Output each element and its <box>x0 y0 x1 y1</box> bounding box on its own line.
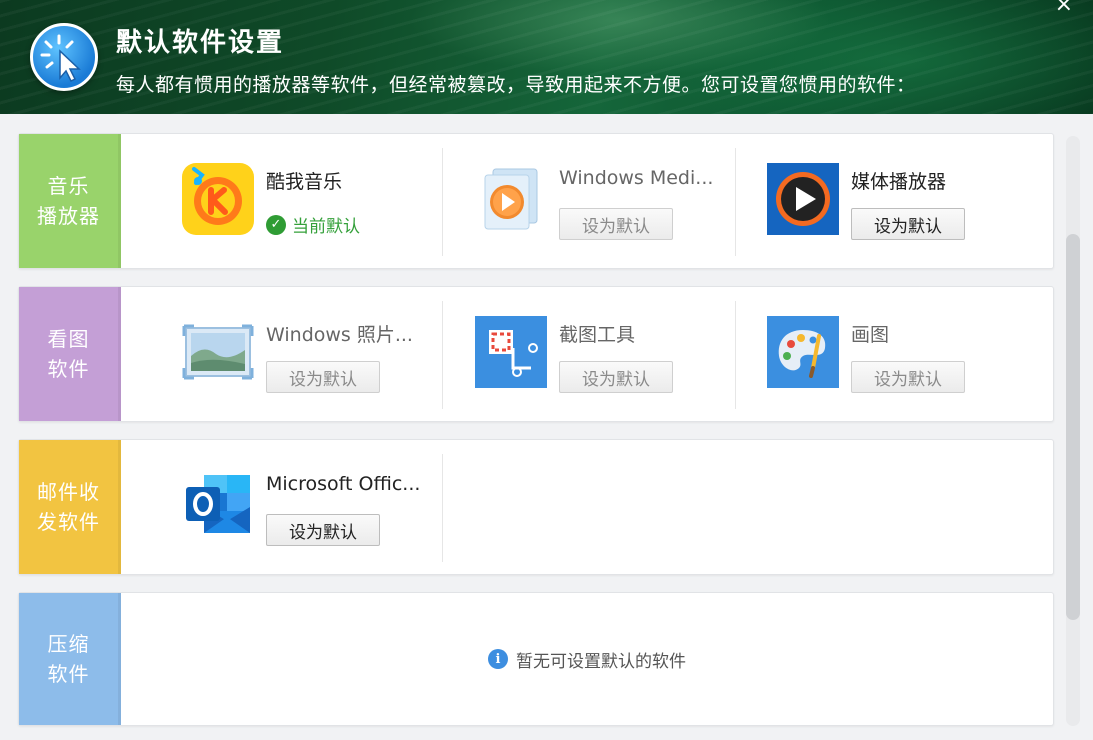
category-label-image-viewer: 看图 软件 <box>19 287 121 421</box>
set-default-button[interactable]: 设为默认 <box>851 361 965 393</box>
app-name: 媒体播放器 <box>851 171 947 193</box>
app-item-windows-photos[interactable]: Windows 照片... 设为默认 <box>182 287 474 421</box>
category-label-mail: 邮件收 发软件 <box>19 440 121 574</box>
divider <box>442 454 443 562</box>
app-item-media-player[interactable]: 媒体播放器 设为默认 <box>767 134 1059 268</box>
app-name: 酷我音乐 <box>266 171 343 193</box>
check-circle-icon: ✓ <box>266 214 286 235</box>
scrollbar-thumb[interactable] <box>1066 234 1080 620</box>
divider <box>735 301 736 409</box>
app-item-kuwo[interactable]: 酷我音乐 ✓ 当前默认 <box>182 134 474 268</box>
windows-photos-icon <box>182 316 254 388</box>
close-icon[interactable]: × <box>1055 0 1073 16</box>
set-default-button[interactable]: 设为默认 <box>266 514 380 546</box>
category-panel-mail: 邮件收 发软件 Microsoft Offic... 设为默认 <box>18 439 1054 575</box>
app-name: 画图 <box>851 324 890 346</box>
media-player-icon <box>767 163 839 235</box>
category-panel-image-viewer: 看图 软件 Windows 照片... 设为默认 截图工具 设为默认 画图 设为… <box>18 286 1054 422</box>
app-item-snipping-tool[interactable]: 截图工具 设为默认 <box>475 287 767 421</box>
divider <box>735 148 736 256</box>
cursor-click-icon <box>30 23 98 91</box>
divider <box>442 148 443 256</box>
set-default-button[interactable]: 设为默认 <box>559 208 673 240</box>
category-label-compression: 压缩 软件 <box>19 593 121 725</box>
set-default-button[interactable]: 设为默认 <box>559 361 673 393</box>
divider <box>442 301 443 409</box>
set-default-button[interactable]: 设为默认 <box>851 208 965 240</box>
app-name: Microsoft Offic... <box>266 473 421 495</box>
page-subtitle: 每人都有惯用的播放器等软件，但经常被篡改，导致用起来不方便。您可设置您惯用的软件… <box>116 74 916 96</box>
category-panel-music: 音乐 播放器 酷我音乐 ✓ 当前默认 Windows Medi... 设为默认 … <box>18 133 1054 269</box>
paint-icon <box>767 316 839 388</box>
empty-state-message: i 暂无可设置默认的软件 <box>121 593 1053 725</box>
page-title: 默认软件设置 <box>116 28 285 58</box>
app-name: Windows 照片... <box>266 324 413 346</box>
category-label-music: 音乐 播放器 <box>19 134 121 268</box>
app-name: 截图工具 <box>559 324 636 346</box>
category-panel-compression: 压缩 软件 i 暂无可设置默认的软件 <box>18 592 1054 726</box>
kuwo-music-icon <box>182 163 254 235</box>
header-banner: 默认软件设置 每人都有惯用的播放器等软件，但经常被篡改，导致用起来不方便。您可设… <box>0 0 1093 114</box>
current-default-status: ✓ 当前默认 <box>266 212 360 237</box>
outlook-icon <box>182 469 254 541</box>
snipping-tool-icon <box>475 316 547 388</box>
app-name: Windows Medi... <box>559 167 714 189</box>
windows-media-player-icon <box>475 163 547 235</box>
app-item-paint[interactable]: 画图 设为默认 <box>767 287 1059 421</box>
app-item-windows-media-player[interactable]: Windows Medi... 设为默认 <box>475 134 767 268</box>
app-item-outlook[interactable]: Microsoft Offic... 设为默认 <box>182 440 474 574</box>
set-default-button[interactable]: 设为默认 <box>266 361 380 393</box>
info-icon: i <box>488 649 508 669</box>
